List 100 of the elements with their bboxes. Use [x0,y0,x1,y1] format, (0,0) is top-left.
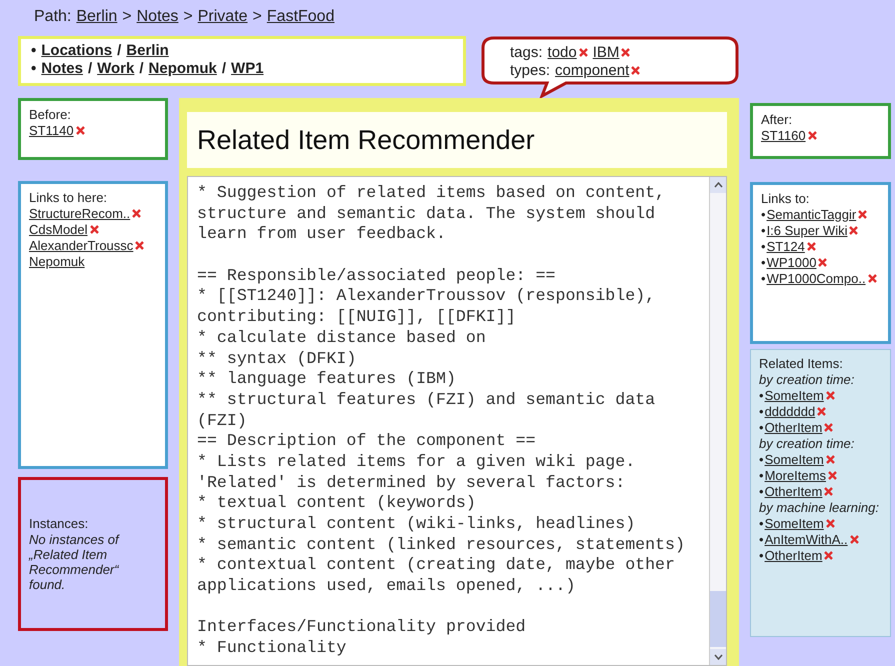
category-link[interactable]: Work [97,60,134,77]
page-title: Related Item Recommender [197,124,535,156]
category-link[interactable]: Nepomuk [148,60,217,77]
tags-label: tags: [510,44,543,61]
path-separator: / [222,60,226,77]
remove-icon[interactable] [808,131,817,140]
item-link[interactable]: SomeItem [764,388,824,403]
remove-icon[interactable] [90,225,99,234]
text-line: contributing: [[NUIG]], [[DFKI]] [197,307,517,328]
bullet: • [761,239,766,254]
group-heading: by creation time: [759,372,856,387]
remove-icon[interactable] [826,391,835,400]
item-link[interactable]: SomeItem [764,452,824,467]
remove-icon[interactable] [828,471,837,480]
scroll-down-button[interactable] [710,649,726,665]
item-link[interactable]: todo [548,44,577,61]
remove-icon[interactable] [135,241,144,250]
remove-icon[interactable] [132,209,142,218]
item-link[interactable]: ddddddd [764,404,816,419]
item-link[interactable]: I:6 Super Wiki [766,223,848,238]
bullet: • [761,255,766,270]
text-line: * structural content (wiki-links, headlines) [197,514,636,535]
item-link[interactable]: CdsModel [29,222,88,237]
bullet: • [31,42,36,59]
text-line: * [[ST1240]]: AlexanderTroussov (responsible), [197,286,656,308]
caret-down-icon[interactable] [714,654,722,660]
item-link[interactable]: StructureRecom.. [29,206,130,221]
item-link[interactable]: OtherItem [764,420,822,435]
card-heading: Instances: [29,516,90,531]
remove-icon[interactable] [868,274,877,283]
item-link[interactable]: AlexanderTroussc [29,238,134,253]
wiki-editor[interactable] [187,176,727,666]
item-link[interactable]: SomeItem [764,516,824,531]
category-link[interactable]: Notes [41,60,83,77]
remove-icon[interactable] [826,519,835,528]
remove-icon[interactable] [806,242,816,251]
text-line: structure and semantic data. The system should [197,204,656,224]
bullet: • [759,484,764,499]
path-separator: > [252,8,262,26]
item-link[interactable]: WP1000Compo.. [766,271,866,286]
card-heading: Links to: [761,191,810,206]
breadcrumb-link[interactable]: Notes [136,8,178,26]
path-label: Path: [34,8,72,26]
card-heading: Related Items: [759,356,844,371]
text-line: ** language features (IBM) [197,369,457,390]
breadcrumb-link[interactable]: FastFood [266,8,334,26]
text-line: == Responsible/associated people: == [197,266,556,286]
remove-icon[interactable] [824,423,834,432]
text-line: (FZI) [197,410,248,432]
item-link[interactable]: ST124 [766,239,805,254]
breadcrumb-link[interactable]: Private [198,8,248,26]
remove-icon[interactable] [621,48,630,57]
item-link[interactable]: MoreItems [764,468,826,483]
item-link[interactable]: ST1140 [29,123,74,138]
instances-message: No instances of „Related Item Recommender“ found. [29,532,121,592]
item-link[interactable]: SemanticTaggir [766,207,856,222]
remove-icon[interactable] [818,258,828,267]
bullet: • [31,60,36,77]
item-link[interactable]: ST1160 [761,128,806,143]
remove-icon[interactable] [858,210,868,219]
bullet: • [759,404,764,419]
remove-icon[interactable] [76,126,85,135]
item-link[interactable]: Nepomuk [29,254,85,269]
remove-icon[interactable] [578,48,588,57]
group-heading: by creation time: [759,436,856,451]
path-separator: / [117,42,122,59]
text-line: 'Related' is determined by several factors: [197,472,626,494]
remove-icon[interactable] [850,535,859,544]
bullet: • [761,223,766,238]
category-link[interactable]: Locations [41,42,112,59]
scroll-thumb[interactable] [710,591,726,647]
bullet: • [761,271,766,286]
item-link[interactable]: AnItemWithA.. [764,532,848,547]
breadcrumb-link[interactable]: Berlin [76,8,118,26]
remove-icon[interactable] [631,66,640,75]
item-link[interactable]: component [555,62,630,79]
caret-up-icon[interactable] [714,182,722,188]
bullet: • [759,548,764,563]
item-link[interactable]: WP1000 [766,255,816,270]
scroll-up-button[interactable] [710,177,726,193]
item-link[interactable]: OtherItem [764,548,822,563]
text-line: Interfaces/Functionality provided [197,617,527,638]
card-heading: Before: [29,107,72,122]
remove-icon[interactable] [824,487,834,496]
remove-icon[interactable] [817,407,826,416]
bullet: • [759,516,764,531]
remove-icon[interactable] [849,226,858,235]
remove-icon[interactable] [826,455,835,464]
text-line: * Lists related items for a given wiki page. [197,452,636,473]
remove-icon[interactable] [824,551,834,560]
types-label: types: [510,62,550,79]
card-heading: Links to here: [29,190,108,205]
bullet: • [759,468,764,483]
category-link[interactable]: WP1 [231,60,264,77]
path-separator: > [183,8,193,26]
item-link[interactable]: OtherItem [764,484,822,499]
text-line: * contextual content (creating date, maybe other [197,555,676,576]
category-link[interactable]: Berlin [126,42,169,59]
group-heading: by machine learning: [759,500,880,515]
item-link[interactable]: IBM [592,44,620,61]
